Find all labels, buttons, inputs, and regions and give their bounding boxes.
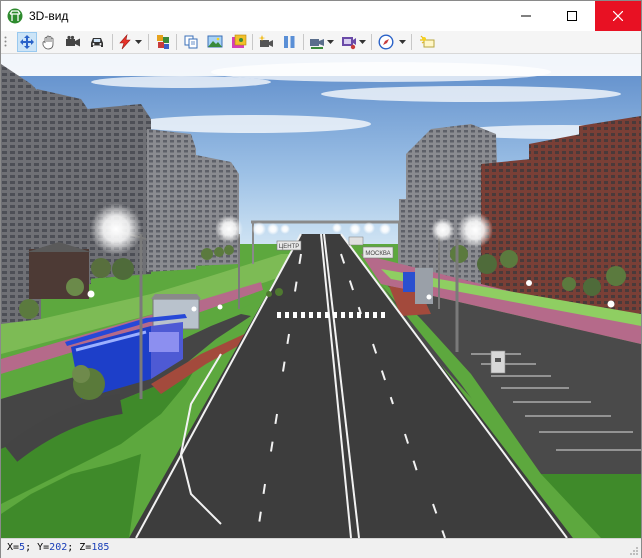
separator: ; xyxy=(67,542,80,553)
toolbar-separator xyxy=(371,34,372,50)
status-bar: X=5; Y=202; Z=185 xyxy=(1,538,641,558)
palette-tool-button[interactable] xyxy=(153,32,173,52)
coordinates-readout: X=5; Y=202; Z=185 xyxy=(7,542,109,553)
close-button[interactable] xyxy=(595,1,641,31)
move-arrows-icon xyxy=(20,35,34,49)
record-tool-button[interactable] xyxy=(256,32,276,52)
camera-settings-icon xyxy=(342,37,356,50)
video-camera-icon xyxy=(66,35,80,47)
chevron-down-icon xyxy=(135,40,142,44)
chevron-down-icon xyxy=(327,40,334,44)
z-label: Z= xyxy=(79,542,92,553)
image-icon xyxy=(207,35,223,48)
y-label: Y= xyxy=(37,542,50,553)
record-camera-icon xyxy=(258,35,273,47)
toolbar-grip-icon[interactable] xyxy=(4,36,7,48)
toolbar xyxy=(1,31,641,54)
lightning-dropdown[interactable] xyxy=(135,37,142,47)
paint-palette-icon xyxy=(157,35,169,49)
camera-motion-button[interactable] xyxy=(307,32,327,52)
camera-settings-dropdown[interactable] xyxy=(359,37,366,47)
color-image-tool-button[interactable] xyxy=(229,32,249,52)
toolbar-separator xyxy=(303,34,304,50)
compass-button[interactable] xyxy=(376,32,396,52)
copy-pages-icon xyxy=(184,35,198,49)
lightning-icon xyxy=(119,34,131,50)
title-bar: 3D-вид xyxy=(1,1,641,31)
light-bulb-icon xyxy=(420,35,435,48)
resize-grip-icon[interactable] xyxy=(629,546,639,556)
billboard-text-left: ЦЕНТР xyxy=(279,244,299,250)
street-lamp-icon xyxy=(7,8,23,24)
x-label: X= xyxy=(7,542,20,553)
3d-viewport[interactable]: ЦЕНТР МОСКВА xyxy=(1,54,641,538)
toolbar-separator xyxy=(148,34,149,50)
separator: ; xyxy=(25,542,38,553)
hand-pan-icon xyxy=(42,35,54,50)
toolbar-separator xyxy=(411,34,412,50)
camera-settings-button[interactable] xyxy=(339,32,359,52)
colored-image-icon xyxy=(232,34,247,48)
sky-haze xyxy=(1,54,641,76)
chevron-down-icon xyxy=(399,40,406,44)
toolbar-separator xyxy=(112,34,113,50)
toolbar-separator xyxy=(176,34,177,50)
3d-scene[interactable]: ЦЕНТР МОСКВА xyxy=(1,54,641,538)
billboard-text-right: МОСКВА xyxy=(365,251,390,257)
minimize-icon xyxy=(521,15,531,17)
compass-dropdown[interactable] xyxy=(399,37,406,47)
car-icon xyxy=(91,38,103,47)
car-tool-button[interactable] xyxy=(87,32,107,52)
move-tool-button[interactable] xyxy=(17,32,37,52)
toolbar-separator xyxy=(252,34,253,50)
copy-tool-button[interactable] xyxy=(181,32,201,52)
pan-tool-button[interactable] xyxy=(39,32,59,52)
close-icon xyxy=(613,11,623,21)
camera-tool-button[interactable] xyxy=(63,32,83,52)
window-title: 3D-вид xyxy=(29,9,69,23)
maximize-button[interactable] xyxy=(549,1,595,31)
pause-icon xyxy=(284,36,295,48)
light-button[interactable] xyxy=(417,32,437,52)
pause-button[interactable] xyxy=(279,32,299,52)
chevron-down-icon xyxy=(359,40,366,44)
compass-icon xyxy=(378,34,394,50)
z-value: 185 xyxy=(91,542,110,553)
y-value: 202 xyxy=(49,542,68,553)
maximize-icon xyxy=(567,11,577,21)
camera-motion-icon xyxy=(310,39,324,49)
app-window: 3D-вид ЦЕНТР МОСКВА X=5; Y=202; Z=185 xyxy=(0,0,642,558)
lightning-tool-button[interactable] xyxy=(115,32,135,52)
camera-motion-dropdown[interactable] xyxy=(327,37,334,47)
minimize-button[interactable] xyxy=(503,1,549,31)
image-tool-button[interactable] xyxy=(205,32,225,52)
